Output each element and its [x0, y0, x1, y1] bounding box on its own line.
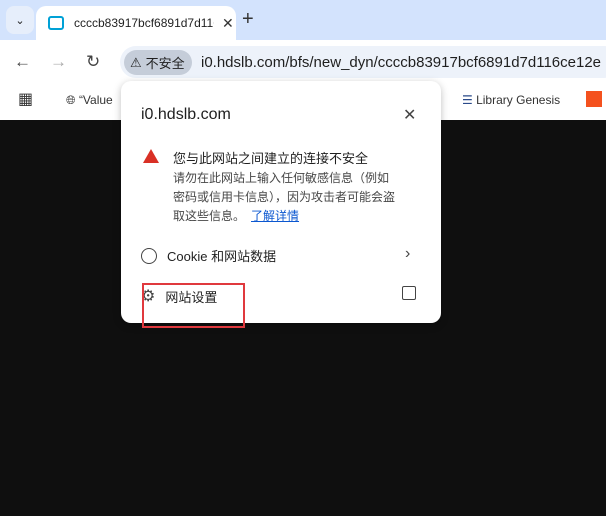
bookmark-c-icon[interactable] [586, 91, 602, 107]
bilibili-icon [48, 16, 64, 30]
apps-icon[interactable]: ▦ [18, 89, 33, 109]
active-tab[interactable]: ccccb83917bcf6891d7d116ce12e ✕ [36, 6, 236, 40]
url-text[interactable]: i0.hdslb.com/bfs/new_dyn/ccccb83917bcf68… [201, 54, 601, 71]
libgen-icon: ☰ [462, 93, 477, 107]
back-button[interactable]: ← [14, 52, 31, 72]
tab-search-button[interactable]: ⌄ [6, 6, 34, 34]
warning-description: 请勿在此网站上输入任何敏感信息（例如密码或信用卡信息），因为攻击者可能会盗取这些… [173, 171, 396, 223]
warning-triangle-icon [143, 149, 159, 163]
forward-button[interactable]: → [50, 52, 67, 72]
globe-icon: 🌐︎ [66, 93, 79, 107]
warning-icon: ⚠ [130, 54, 142, 70]
cookie-icon [141, 247, 157, 264]
popup-host: i0.hdslb.com [141, 106, 231, 123]
tab-title: ccccb83917bcf6891d7d116ce12e [74, 16, 214, 30]
new-tab-button[interactable]: + [242, 8, 254, 31]
bookmark-library-genesis[interactable]: ☰ Library Genesis [462, 93, 560, 107]
learn-more-link[interactable]: 了解详情 [251, 209, 299, 223]
external-link-icon [402, 286, 416, 300]
tab-close-icon[interactable]: ✕ [222, 15, 234, 32]
cookie-row[interactable]: Cookie 和网站数据 [141, 246, 276, 265]
security-label: 不安全 [145, 56, 185, 71]
warning-title: 您与此网站之间建立的连接不安全 [173, 151, 369, 166]
bookmark-value[interactable]: 🌐︎ “Value [66, 93, 113, 108]
security-chip[interactable]: ⚠ 不安全 [124, 50, 192, 75]
reload-button[interactable]: ↻ [86, 52, 100, 72]
chevron-right-icon: › [405, 245, 411, 262]
close-icon[interactable]: ✕ [403, 105, 416, 125]
highlight-box [142, 283, 245, 328]
